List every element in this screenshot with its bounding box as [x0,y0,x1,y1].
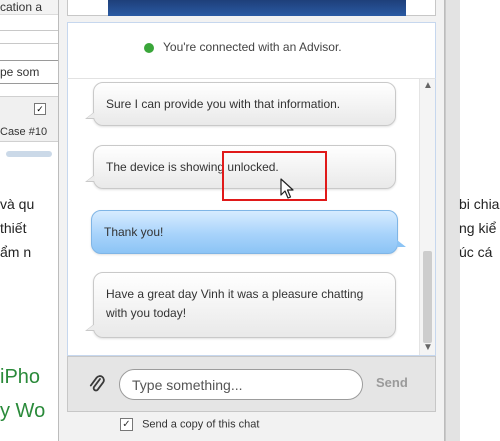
send-copy-option[interactable]: ✓ Send a copy of this chat [120,418,259,431]
background-link[interactable]: y Wo [0,400,45,423]
message-text: Have a great day Vinh it was a pleasure … [106,287,364,320]
message-composer: Send [67,356,436,412]
background-divider [445,0,460,441]
message-text: Thank you! [104,225,164,239]
background-paragraph-line: thiết [0,220,27,236]
advisor-photo [108,0,406,16]
message-text: Sure I can provide you with that informa… [106,97,341,111]
background-case-label: Case #10 [0,126,48,138]
user-message: Thank you! [91,210,406,254]
scroll-down-icon[interactable]: ▼ [423,343,433,353]
background-search-input[interactable]: pe som [0,60,60,84]
background-page-right: bi chia ng kiể úc cá [445,0,500,441]
background-paragraph-line: bi chia [459,196,500,212]
background-checkbox[interactable]: ✓ [34,103,46,115]
send-copy-checkbox[interactable]: ✓ [120,418,133,431]
scroll-thumb[interactable] [423,251,432,343]
background-paragraph-line: ẩm n [0,244,32,260]
connection-status-bar: You're connected with an Advisor. [67,22,436,78]
background-text: cation a [0,0,43,14]
scroll-up-icon[interactable]: ▲ [423,81,433,91]
mouse-pointer-icon [280,178,294,205]
message-list[interactable]: Sure I can provide you with that informa… [67,78,436,356]
agent-message: Have a great day Vinh it was a pleasure … [85,272,396,338]
paperclip-icon[interactable] [89,374,105,399]
connection-status-text: You're connected with an Advisor. [163,40,342,54]
background-link[interactable]: iPho [0,366,40,389]
agent-message: Sure I can provide you with that informa… [85,82,396,126]
highlight-annotation [222,151,327,201]
background-page-left: cation a pe som ✓ Case #10 và qu thiết ẩ… [0,0,61,441]
background-link-blur [6,151,52,157]
message-input[interactable] [119,369,363,400]
send-copy-label: Send a copy of this chat [142,418,260,431]
advisor-photo-card [67,0,436,16]
online-status-icon [144,43,154,53]
background-paragraph-line: ng kiể [459,220,497,236]
background-paragraph-line: và qu [0,196,35,212]
background-paragraph-line: úc cá [459,244,493,260]
send-button[interactable]: Send [376,375,408,390]
message-scrollbar[interactable]: ▲ ▼ [419,79,435,355]
chat-window: You're connected with an Advisor. Sure I… [58,0,445,441]
background-field[interactable] [0,30,61,44]
